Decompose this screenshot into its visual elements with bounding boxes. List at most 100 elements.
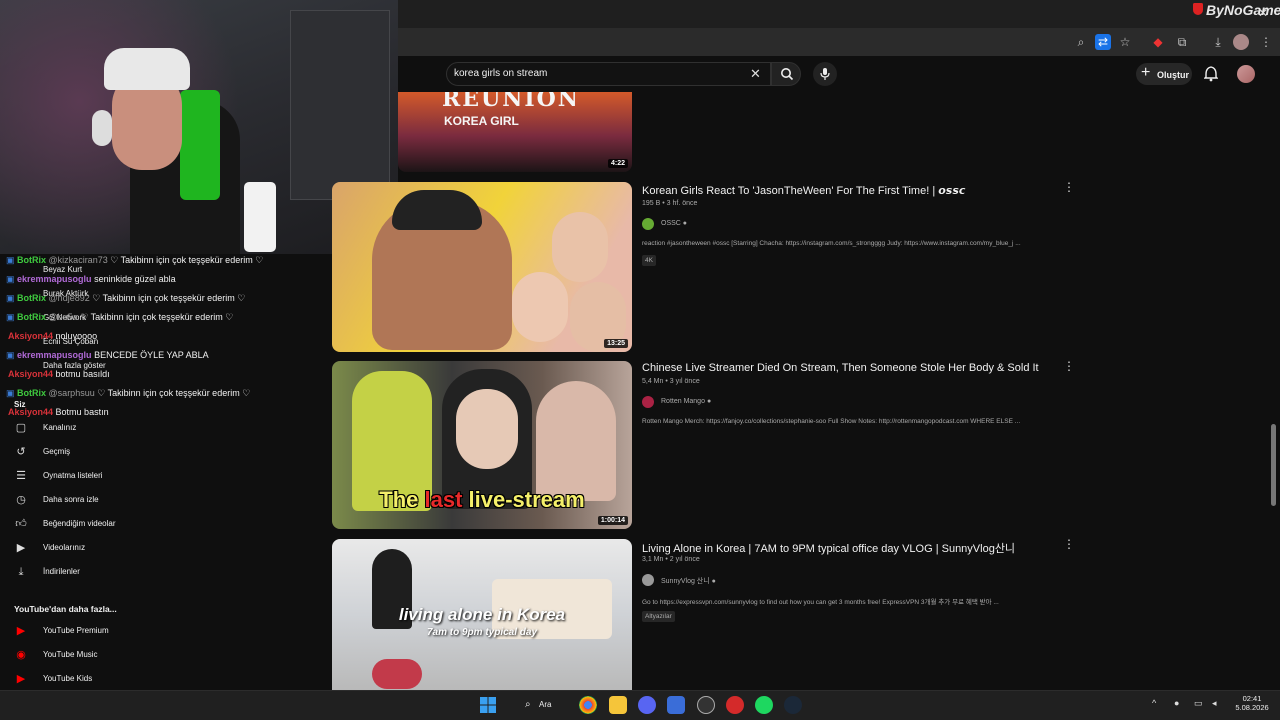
display-tray-icon[interactable]: ▭	[1194, 698, 1203, 709]
youtube-music-icon: ◉	[16, 649, 26, 661]
taskbar-clock[interactable]: 02:41 5.08.2026	[1232, 694, 1272, 712]
download-icon[interactable]: ⤓	[1210, 34, 1226, 50]
extension-red-icon[interactable]: ◆	[1150, 34, 1166, 50]
video-description: Go to https://expressvpn.com/sunnyvlog t…	[642, 599, 999, 606]
page-scrollbar[interactable]	[1271, 424, 1276, 506]
search-query[interactable]: korea girls on stream	[454, 68, 547, 79]
sidebar-more-heading: YouTube'dan daha fazla...	[14, 604, 117, 614]
red-app-icon[interactable]	[726, 696, 744, 714]
taskbar-search[interactable]: ⌕	[513, 695, 563, 715]
channel-icon: ▢	[15, 422, 27, 434]
video-thumbnail[interactable]: The last live-stream 1:00:14	[332, 361, 632, 529]
close-window-icon[interactable]: ✕	[1258, 6, 1268, 20]
channel-name[interactable]: OSSC ●	[661, 220, 687, 227]
verified-icon: ●	[711, 578, 716, 585]
microphone-tray-icon[interactable]: ●	[1174, 698, 1179, 708]
channel-name[interactable]: SunnyVlog 산니 ●	[661, 576, 716, 586]
video-icon: ▶	[16, 542, 26, 554]
youtube-sidebar: Siz ▢ Kanalınız ↺ Geçmiş ☰ Oynatma listeler…	[0, 400, 330, 690]
chat-message: ▣ ekremmapusoglu seninkide güzel abla	[6, 274, 176, 284]
channel-avatar[interactable]	[642, 574, 654, 586]
download-icon: ⤓	[18, 566, 24, 578]
video-more-options-icon[interactable]: ⋮	[1063, 359, 1075, 373]
verified-icon: ●	[682, 220, 688, 227]
sidebar-item-history[interactable]: ↺ Geçmiş	[14, 443, 314, 463]
channel-avatar[interactable]	[642, 396, 654, 408]
volume-tray-icon[interactable]: ◂	[1212, 698, 1217, 709]
steam-icon[interactable]	[784, 696, 802, 714]
clock-time: 02:41	[1242, 694, 1262, 703]
sidebar-item-kids[interactable]: ▶ YouTube Kids	[14, 670, 314, 690]
clear-search-icon[interactable]: ✕	[750, 66, 761, 82]
profile-avatar-icon[interactable]	[1233, 34, 1249, 50]
video-thumbnail[interactable]: 13:25	[332, 182, 632, 352]
chat-message: ▣ ekremmapusoglu BENCEDE ÖYLE YAP ABLA	[6, 350, 209, 360]
sidebar-item-liked[interactable]: 👍︎ Beğendiğim videolar	[14, 515, 314, 535]
thumbnail-subtitle: KOREA GIRL	[444, 114, 519, 128]
video-thumbnail[interactable]: REUNION KOREA GIRL 4:22	[398, 92, 632, 172]
watermark-text: ByNoGame	[1206, 2, 1280, 18]
taskbar-search-label: Ara	[539, 700, 552, 709]
youtube-premium-icon: ▶	[16, 625, 26, 637]
thumbnail-title: REUNION	[442, 92, 580, 112]
obs-icon[interactable]	[697, 696, 715, 714]
chat-message: Aksiyon44 noluyoooo	[8, 331, 98, 341]
voice-search-button[interactable]	[813, 62, 837, 86]
menu-kebab-icon[interactable]: ⋮	[1258, 34, 1274, 50]
discord-icon[interactable]	[638, 696, 656, 714]
bookmark-star-icon[interactable]: ☆	[1117, 34, 1133, 50]
account-avatar[interactable]	[1237, 65, 1255, 83]
channel-name[interactable]: Rotten Mango ●	[661, 398, 711, 405]
video-title[interactable]: Living Alone in Korea | 7AM to 9PM typic…	[642, 540, 1015, 556]
plus-icon: +	[1141, 64, 1151, 81]
video-thumbnail[interactable]: living alone in Korea 7am to 9pm typical…	[332, 539, 632, 690]
search-icon: ⌕	[525, 699, 531, 710]
history-icon: ↺	[16, 446, 26, 458]
video-description: Rotten Mango Merch: https://fanjoy.co/co…	[642, 418, 1021, 425]
file-explorer-icon[interactable]	[609, 696, 627, 714]
ghost-subscription: Beyaz Kurt	[43, 265, 83, 274]
sidebar-item-channel[interactable]: ▢ Kanalınız	[14, 419, 314, 439]
subtitles-badge: Altyazılar	[642, 611, 675, 622]
sidebar-item-music[interactable]: ◉ YouTube Music	[14, 646, 314, 666]
app-icon[interactable]	[667, 696, 685, 714]
sidebar-section-you[interactable]: Siz	[14, 400, 26, 409]
thumbnail-caption: living alone in Korea	[398, 605, 566, 624]
translate-icon[interactable]: ⇄	[1095, 34, 1111, 50]
youtube-kids-icon: ▶	[16, 673, 26, 685]
chrome-icon[interactable]	[579, 696, 597, 714]
chat-message: ▣ BotRix @bu5a ♡ Takibinn için çok teşşe…	[6, 312, 234, 322]
sidebar-item-playlists[interactable]: ☰ Oynatma listeleri	[14, 467, 314, 487]
sidebar-item-downloads[interactable]: ⤓ İndirilenler	[14, 563, 314, 583]
channel-avatar[interactable]	[642, 218, 654, 230]
sidebar-item-watch-later[interactable]: ◷ Daha sonra izle	[14, 491, 314, 511]
create-label: Oluştur	[1157, 70, 1190, 80]
stream-chat-overlay: Beyaz Kurt Burak Aktürk GS Network Ecnii…	[0, 254, 330, 420]
search-results: REUNION KOREA GIRL 4:22 13:25 Korean Gir…	[332, 92, 1280, 690]
chat-message: ▣ BotRix @kizkaciran73 ♡ Takibinn için ç…	[6, 255, 264, 265]
tray-expand-icon[interactable]: ^	[1152, 698, 1156, 708]
sidebar-item-premium[interactable]: ▶ YouTube Premium	[14, 622, 314, 642]
sidebar-item-your-videos[interactable]: ▶ Videolarınız	[14, 539, 314, 559]
video-title[interactable]: Korean Girls React To 'JasonTheWeen' For…	[642, 184, 965, 197]
video-more-options-icon[interactable]: ⋮	[1063, 180, 1075, 194]
spotify-icon[interactable]	[755, 696, 773, 714]
chat-message: ▣ BotRix @hdje892 ♡ Takibinn için çok te…	[6, 293, 246, 303]
quality-badge: 4K	[642, 255, 656, 266]
video-title[interactable]: Chinese Live Streamer Died On Stream, Th…	[642, 362, 1039, 374]
chat-message: ▣ BotRix @sarphsuu ♡ Takibinn için çok t…	[6, 388, 251, 398]
address-bar[interactable]	[398, 28, 1280, 56]
search-button[interactable]	[771, 62, 801, 86]
video-meta: 195 B • 3 hf. önce	[642, 200, 698, 207]
video-more-options-icon[interactable]: ⋮	[1063, 537, 1075, 551]
extensions-icon[interactable]: ⧉	[1174, 34, 1190, 50]
thumbs-up-icon: 👍︎	[15, 518, 27, 530]
windows-start-icon[interactable]	[479, 696, 497, 714]
zoom-icon[interactable]: ⌕	[1073, 34, 1089, 50]
clock-date: 5.08.2026	[1235, 703, 1269, 712]
video-description: reaction #jasontheween #ossc [Starring] …	[642, 240, 1021, 247]
video-duration: 1:00:14	[597, 516, 628, 525]
thumbnail-caption: The last live-stream	[379, 487, 585, 512]
notifications-bell-icon[interactable]	[1204, 66, 1218, 82]
thumbnail-subcaption: 7am to 9pm typical day	[426, 627, 538, 638]
